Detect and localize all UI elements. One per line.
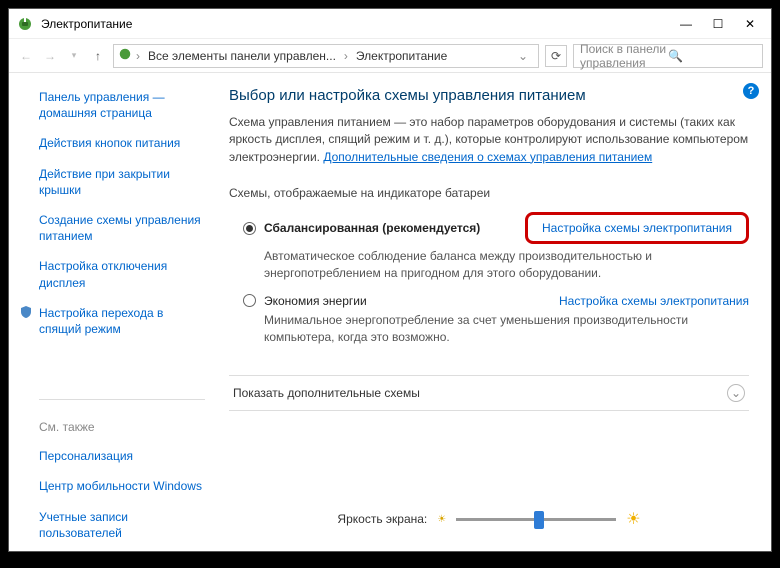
- nav-up-icon[interactable]: ↑: [89, 47, 107, 65]
- sidebar: Панель управления — домашняя страница Де…: [9, 73, 219, 551]
- plan-radio[interactable]: [243, 222, 256, 235]
- plan-header: Экономия энергии Настройка схемы электро…: [243, 294, 749, 308]
- power-plan: Сбалансированная (рекомендуется) Настрой…: [243, 212, 749, 282]
- window-controls: — ☐ ✕: [679, 17, 763, 31]
- plan-name[interactable]: Экономия энергии: [264, 294, 367, 308]
- search-icon: 🔍: [668, 49, 756, 63]
- show-additional-plans[interactable]: Показать дополнительные схемы ⌄: [229, 375, 749, 411]
- see-also-link[interactable]: Персонализация: [39, 448, 205, 464]
- change-plan-settings-link[interactable]: Настройка схемы электропитания: [559, 294, 749, 308]
- breadcrumb-dropdown-icon[interactable]: ⌄: [512, 49, 534, 63]
- window-title: Электропитание: [41, 17, 679, 31]
- plan-name[interactable]: Сбалансированная (рекомендуется): [264, 221, 480, 235]
- plan-header: Сбалансированная (рекомендуется) Настрой…: [243, 212, 749, 244]
- change-plan-settings-link[interactable]: Настройка схемы электропитания: [525, 212, 749, 244]
- breadcrumb[interactable]: › Все элементы панели управлен... › Элек…: [113, 44, 539, 68]
- sidebar-link[interactable]: Настройка перехода в спящий режим: [19, 305, 205, 337]
- help-icon[interactable]: ?: [743, 83, 759, 99]
- page-description: Схема управления питанием — это набор па…: [229, 114, 749, 166]
- plan-radio[interactable]: [243, 294, 256, 307]
- sidebar-link[interactable]: Настройка отключения дисплея: [39, 258, 205, 290]
- search-input[interactable]: Поиск в панели управления 🔍: [573, 44, 763, 68]
- content-area: Панель управления — домашняя страница Де…: [9, 73, 771, 551]
- breadcrumb-item[interactable]: Все элементы панели управлен...: [144, 49, 340, 63]
- breadcrumb-icon: [118, 47, 132, 64]
- slider-thumb[interactable]: [534, 511, 544, 529]
- cp-home-link[interactable]: Панель управления — домашняя страница: [39, 89, 205, 121]
- sidebar-link[interactable]: Действие при закрытии крышки: [39, 166, 205, 198]
- nav-recent-icon[interactable]: ▾: [65, 47, 83, 65]
- sidebar-link[interactable]: Создание схемы управления питанием: [39, 212, 205, 244]
- power-plan: Экономия энергии Настройка схемы электро…: [243, 294, 749, 346]
- shield-icon: [19, 305, 33, 319]
- address-bar: ← → ▾ ↑ › Все элементы панели управлен..…: [9, 39, 771, 73]
- main-panel: ? Выбор или настройка схемы управления п…: [219, 73, 771, 551]
- brightness-slider[interactable]: [456, 518, 616, 521]
- minimize-button[interactable]: —: [679, 17, 693, 31]
- divider: [39, 399, 205, 400]
- refresh-button[interactable]: ⟳: [545, 45, 567, 67]
- plan-description: Автоматическое соблюдение баланса между …: [264, 248, 694, 282]
- app-icon: [17, 16, 33, 32]
- see-also-link[interactable]: Учетные записи пользователей: [39, 509, 205, 541]
- nav-back-icon[interactable]: ←: [17, 47, 35, 65]
- sun-bright-icon: ☀: [626, 509, 640, 529]
- see-also-label: См. также: [39, 420, 205, 434]
- brightness-control: Яркость экрана: ☀ ☀: [229, 499, 749, 543]
- sidebar-link[interactable]: Действия кнопок питания: [39, 135, 205, 151]
- chevron-right-icon: ›: [136, 49, 140, 63]
- window: Электропитание — ☐ ✕ ← → ▾ ↑ › Все элеме…: [8, 8, 772, 552]
- chevron-right-icon: ›: [344, 49, 348, 63]
- titlebar: Электропитание — ☐ ✕: [9, 9, 771, 39]
- search-placeholder: Поиск в панели управления: [580, 42, 668, 70]
- chevron-down-icon: ⌄: [727, 384, 745, 402]
- page-title: Выбор или настройка схемы управления пит…: [229, 87, 749, 104]
- sun-dim-icon: ☀: [437, 514, 446, 525]
- close-button[interactable]: ✕: [743, 17, 757, 31]
- more-info-link[interactable]: Дополнительные сведения о схемах управле…: [323, 150, 652, 164]
- nav-forward-icon[interactable]: →: [41, 47, 59, 65]
- breadcrumb-item[interactable]: Электропитание: [352, 49, 451, 63]
- plan-description: Минимальное энергопотребление за счет ум…: [264, 312, 694, 346]
- brightness-label: Яркость экрана:: [337, 512, 427, 526]
- see-also-link[interactable]: Центр мобильности Windows: [39, 478, 205, 494]
- section-label: Схемы, отображаемые на индикаторе батаре…: [229, 186, 749, 200]
- maximize-button[interactable]: ☐: [711, 17, 725, 31]
